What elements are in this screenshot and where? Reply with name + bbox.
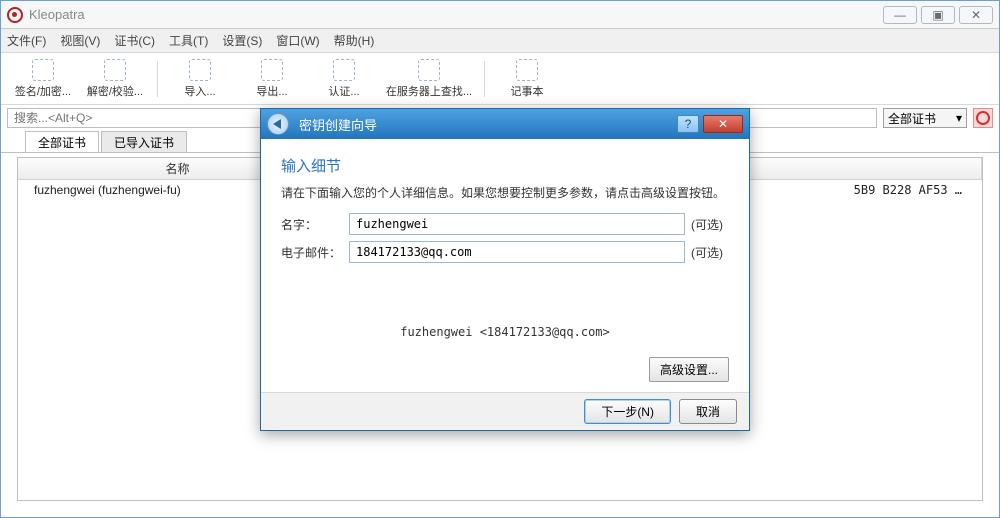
clear-filter-button[interactable]: [973, 108, 993, 128]
import-icon: [189, 59, 211, 81]
close-button[interactable]: ✕: [959, 6, 993, 24]
verify-icon: [104, 59, 126, 81]
tab-imported-certs[interactable]: 已导入证书: [101, 131, 187, 153]
app-icon: [7, 7, 23, 23]
dialog-title: 密钥创建向导: [299, 115, 377, 134]
menu-help[interactable]: 帮助(H): [334, 32, 375, 49]
tb-lookup-label: 在服务器上查找...: [386, 83, 472, 99]
dialog-heading: 输入细节: [281, 155, 729, 176]
key-creation-wizard-dialog: 密钥创建向导 ? ✕ 输入细节 请在下面输入您的个人详细信息。如果您想要控制更多…: [260, 108, 750, 431]
tb-sign-label: 签名/加密...: [15, 83, 71, 99]
export-icon: [261, 59, 283, 81]
dialog-help-button[interactable]: ?: [677, 115, 699, 133]
name-field[interactable]: [349, 213, 685, 235]
toolbar-sep: [484, 61, 485, 97]
tb-decrypt-verify[interactable]: 解密/校验...: [79, 55, 151, 103]
dialog-body: 输入细节 请在下面输入您的个人详细信息。如果您想要控制更多参数，请点击高级设置按…: [261, 139, 749, 392]
email-row: 电子邮件： (可选): [281, 241, 729, 263]
menu-cert[interactable]: 证书(C): [114, 32, 155, 49]
name-label: 名字：: [281, 216, 349, 233]
toolbar: 签名/加密... 解密/校验... 导入... 导出... 认证... 在服务器…: [1, 53, 999, 105]
tb-sign-encrypt[interactable]: 签名/加密...: [7, 55, 79, 103]
email-optional: (可选): [685, 244, 729, 261]
menu-window[interactable]: 窗口(W): [276, 32, 319, 49]
filter-label: 全部证书: [888, 110, 936, 127]
tb-export-label: 导出...: [256, 83, 287, 99]
menu-file[interactable]: 文件(F): [7, 32, 46, 49]
sign-icon: [32, 59, 54, 81]
dialog-description: 请在下面输入您的个人详细信息。如果您想要控制更多参数，请点击高级设置按钮。: [281, 184, 729, 201]
name-optional: (可选): [685, 216, 729, 233]
minimize-button[interactable]: —: [883, 6, 917, 24]
name-row: 名字： (可选): [281, 213, 729, 235]
menubar: 文件(F) 视图(V) 证书(C) 工具(T) 设置(S) 窗口(W) 帮助(H…: [1, 29, 999, 53]
tb-certify-label: 认证...: [328, 83, 359, 99]
tab-all-certs[interactable]: 全部证书: [25, 131, 99, 153]
tb-lookup[interactable]: 在服务器上查找...: [380, 55, 478, 103]
tb-notepad[interactable]: 记事本: [491, 55, 563, 103]
tb-export[interactable]: 导出...: [236, 55, 308, 103]
window-title: Kleopatra: [29, 7, 85, 22]
certificate-filter-dropdown[interactable]: 全部证书 ▾: [883, 108, 967, 128]
menu-settings[interactable]: 设置(S): [222, 32, 262, 49]
dialog-footer: 下一步(N) 取消: [261, 392, 749, 430]
advanced-settings-button[interactable]: 高级设置...: [649, 357, 729, 382]
email-label: 电子邮件：: [281, 244, 349, 261]
menu-view[interactable]: 视图(V): [60, 32, 100, 49]
identity-preview: fuzhengwei <184172133@qq.com>: [281, 325, 729, 339]
tb-verify-label: 解密/校验...: [87, 83, 143, 99]
tb-import-label: 导入...: [184, 83, 215, 99]
dialog-titlebar: 密钥创建向导 ? ✕: [261, 109, 749, 139]
cancel-button[interactable]: 取消: [679, 399, 737, 424]
toolbar-sep: [157, 61, 158, 97]
notepad-icon: [516, 59, 538, 81]
menu-tools[interactable]: 工具(T): [169, 32, 208, 49]
email-field[interactable]: [349, 241, 685, 263]
certify-icon: [333, 59, 355, 81]
tb-certify[interactable]: 认证...: [308, 55, 380, 103]
next-button[interactable]: 下一步(N): [584, 399, 671, 424]
dialog-close-button[interactable]: ✕: [703, 115, 743, 133]
chevron-down-icon: ▾: [956, 111, 962, 125]
tb-import[interactable]: 导入...: [164, 55, 236, 103]
titlebar: Kleopatra — ▣ ✕: [1, 1, 999, 29]
back-button[interactable]: [267, 113, 289, 135]
maximize-button[interactable]: ▣: [921, 6, 955, 24]
tb-notepad-label: 记事本: [511, 83, 544, 99]
search-icon: [418, 59, 440, 81]
